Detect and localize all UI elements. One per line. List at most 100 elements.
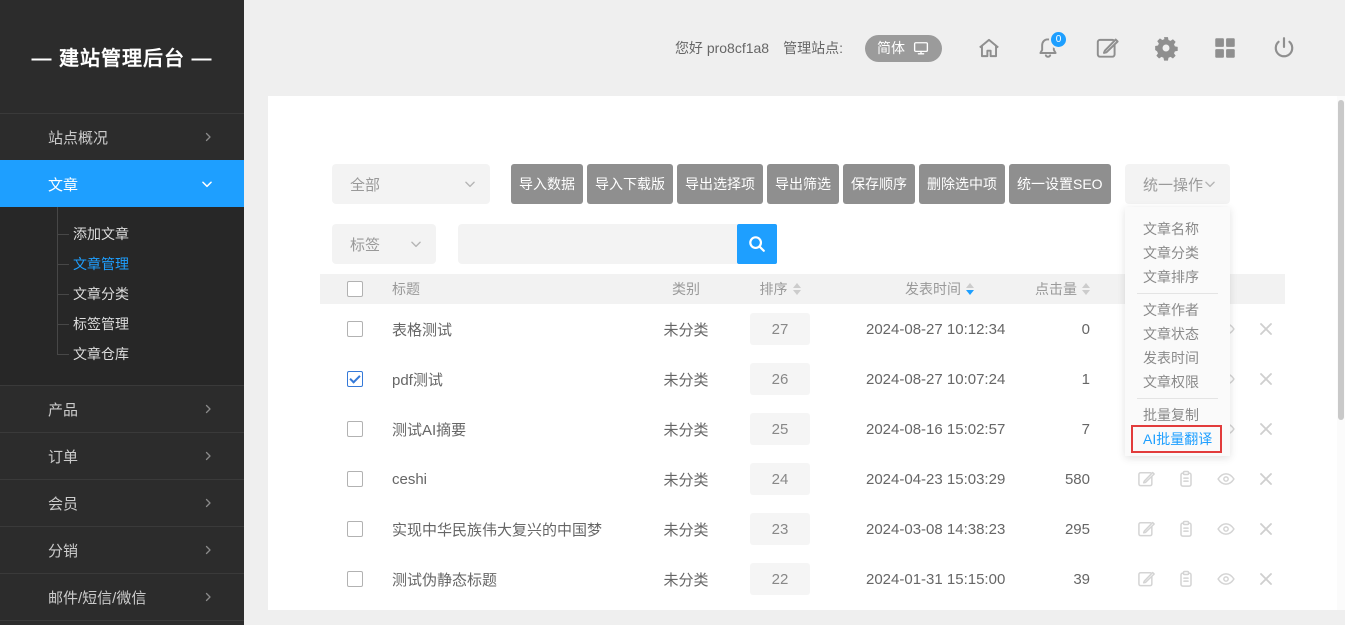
sidebar-subitem-添加文章[interactable]: 添加文章 — [0, 219, 244, 249]
copy-icon[interactable] — [1176, 469, 1196, 489]
row-checkbox[interactable] — [347, 421, 363, 437]
view-icon[interactable] — [1216, 569, 1236, 589]
row-checkbox[interactable] — [347, 371, 363, 387]
header-category: 类别 — [646, 274, 726, 304]
sidebar-item-label: 文章 — [48, 174, 78, 195]
unified-menu-item-AI批量翻译[interactable]: AI批量翻译 — [1125, 427, 1230, 451]
copy-icon[interactable] — [1176, 569, 1196, 589]
home-icon[interactable] — [976, 35, 1002, 61]
toolbar-button-导出筛选[interactable]: 导出筛选 — [767, 164, 839, 204]
category-select[interactable]: 全部 — [332, 164, 490, 204]
delete-icon[interactable] — [1256, 419, 1276, 439]
delete-icon[interactable] — [1256, 319, 1276, 339]
row-sort-value[interactable]: 27 — [750, 313, 810, 345]
search-button[interactable] — [737, 224, 777, 264]
unified-menu-item-文章状态[interactable]: 文章状态 — [1125, 322, 1230, 346]
unified-menu-item-文章名称[interactable]: 文章名称 — [1125, 217, 1230, 241]
edit-icon[interactable] — [1136, 469, 1156, 489]
edit-icon[interactable] — [1136, 569, 1156, 589]
select-all-checkbox[interactable] — [347, 281, 363, 297]
unified-menu-item-文章排序[interactable]: 文章排序 — [1125, 265, 1230, 289]
sort-arrows-icon[interactable] — [793, 283, 801, 295]
search-input[interactable] — [458, 224, 737, 264]
sidebar-item-邮件/短信/微信[interactable]: 邮件/短信/微信 — [0, 573, 244, 621]
unified-menu-item-批量复制[interactable]: 批量复制 — [1125, 403, 1230, 427]
row-checkbox[interactable] — [347, 571, 363, 587]
toolbar-button-保存顺序[interactable]: 保存顺序 — [843, 164, 915, 204]
delete-icon[interactable] — [1256, 369, 1276, 389]
row-checkbox[interactable] — [347, 471, 363, 487]
view-icon[interactable] — [1216, 469, 1236, 489]
sidebar-item-会员[interactable]: 会员 — [0, 479, 244, 526]
edit-icon[interactable] — [1136, 519, 1156, 539]
sidebar-subitem-文章分类[interactable]: 文章分类 — [0, 279, 244, 309]
row-clicks: 1 — [1000, 354, 1090, 404]
toolbar-button-导入下载版[interactable]: 导入下载版 — [587, 164, 673, 204]
toolbar-button-导出选择项[interactable]: 导出选择项 — [677, 164, 763, 204]
toolbar-button-统一设置SEO[interactable]: 统一设置SEO — [1009, 164, 1111, 204]
row-category: 未分类 — [646, 404, 726, 454]
row-sort-value[interactable]: 25 — [750, 413, 810, 445]
sidebar-item-分销[interactable]: 分销 — [0, 526, 244, 573]
sidebar-item-产品[interactable]: 产品 — [0, 385, 244, 432]
compose-icon[interactable] — [1094, 35, 1120, 61]
row-title[interactable]: 表格测试 — [392, 304, 452, 354]
row-checkbox[interactable] — [347, 321, 363, 337]
sidebar-nav: 站点概况 文章 添加文章 文章管理 文章分类 标签管理 文章仓库 产品 订单 会… — [0, 113, 244, 621]
row-publish-time: 2024-04-23 15:03:29 — [866, 454, 1005, 504]
bell-icon[interactable]: 0 — [1035, 35, 1061, 61]
table-row: 测试伪静态标题 未分类 22 2024-01-31 15:15:00 39 — [320, 554, 1285, 604]
row-title[interactable]: 测试伪静态标题 — [392, 554, 497, 604]
row-category: 未分类 — [646, 504, 726, 554]
row-sort-value[interactable]: 22 — [750, 563, 810, 595]
unified-menu-item-文章权限[interactable]: 文章权限 — [1125, 370, 1230, 394]
toolbar-button-导入数据[interactable]: 导入数据 — [511, 164, 583, 204]
row-publish-time: 2024-08-16 15:02:57 — [866, 404, 1005, 454]
delete-icon[interactable] — [1256, 519, 1276, 539]
menu-divider — [1137, 293, 1218, 294]
row-sort-value[interactable]: 26 — [750, 363, 810, 395]
unified-menu-item-文章分类[interactable]: 文章分类 — [1125, 241, 1230, 265]
row-title[interactable]: 实现中华民族伟大复兴的中国梦 — [392, 504, 602, 554]
table-row: 实现中华民族伟大复兴的中国梦 未分类 23 2024-03-08 14:38:2… — [320, 504, 1285, 554]
row-category: 未分类 — [646, 454, 726, 504]
header-publish-time[interactable]: 发表时间 — [905, 274, 974, 304]
row-sort-value[interactable]: 23 — [750, 513, 810, 545]
row-title[interactable]: pdf测试 — [392, 354, 443, 404]
row-actions — [1136, 554, 1276, 604]
row-title[interactable]: ceshi — [392, 454, 427, 504]
apps-grid-icon[interactable] — [1212, 35, 1238, 61]
chevron-down-icon — [200, 177, 214, 191]
gear-icon[interactable] — [1153, 35, 1179, 61]
tag-select[interactable]: 标签 — [332, 224, 436, 264]
sort-arrows-icon[interactable] — [1082, 283, 1090, 295]
sidebar-item-站点概况[interactable]: 站点概况 — [0, 113, 244, 160]
row-actions — [1136, 454, 1276, 504]
row-title[interactable]: 测试AI摘要 — [392, 404, 466, 454]
sidebar-subitem-label: 文章管理 — [73, 254, 129, 274]
row-sort-value[interactable]: 24 — [750, 463, 810, 495]
row-checkbox[interactable] — [347, 521, 363, 537]
header-clicks[interactable]: 点击量 — [1000, 274, 1090, 304]
view-icon[interactable] — [1216, 519, 1236, 539]
unified-menu-item-发表时间[interactable]: 发表时间 — [1125, 346, 1230, 370]
unified-menu-item-label: 文章状态 — [1143, 326, 1199, 342]
sidebar-item-订单[interactable]: 订单 — [0, 432, 244, 479]
delete-icon[interactable] — [1256, 469, 1276, 489]
sidebar-subitem-文章管理[interactable]: 文章管理 — [0, 249, 244, 279]
copy-icon[interactable] — [1176, 519, 1196, 539]
category-select-value: 全部 — [350, 174, 380, 195]
sort-arrows-icon[interactable] — [966, 283, 974, 295]
sidebar-subitem-标签管理[interactable]: 标签管理 — [0, 309, 244, 339]
unified-ops-select-value: 统一操作 — [1143, 174, 1203, 195]
toolbar-button-删除选中项[interactable]: 删除选中项 — [919, 164, 1005, 204]
header-sort[interactable]: 排序 — [730, 274, 830, 304]
sidebar-subitem-文章仓库[interactable]: 文章仓库 — [0, 339, 244, 369]
language-pill-button[interactable]: 简体 — [865, 35, 942, 62]
delete-icon[interactable] — [1256, 569, 1276, 589]
unified-menu-item-文章作者[interactable]: 文章作者 — [1125, 298, 1230, 322]
scrollbar-thumb[interactable] — [1338, 100, 1344, 420]
power-icon[interactable] — [1271, 35, 1297, 61]
unified-ops-select[interactable]: 统一操作 — [1125, 164, 1230, 204]
sidebar-item-文章[interactable]: 文章 — [0, 160, 244, 207]
